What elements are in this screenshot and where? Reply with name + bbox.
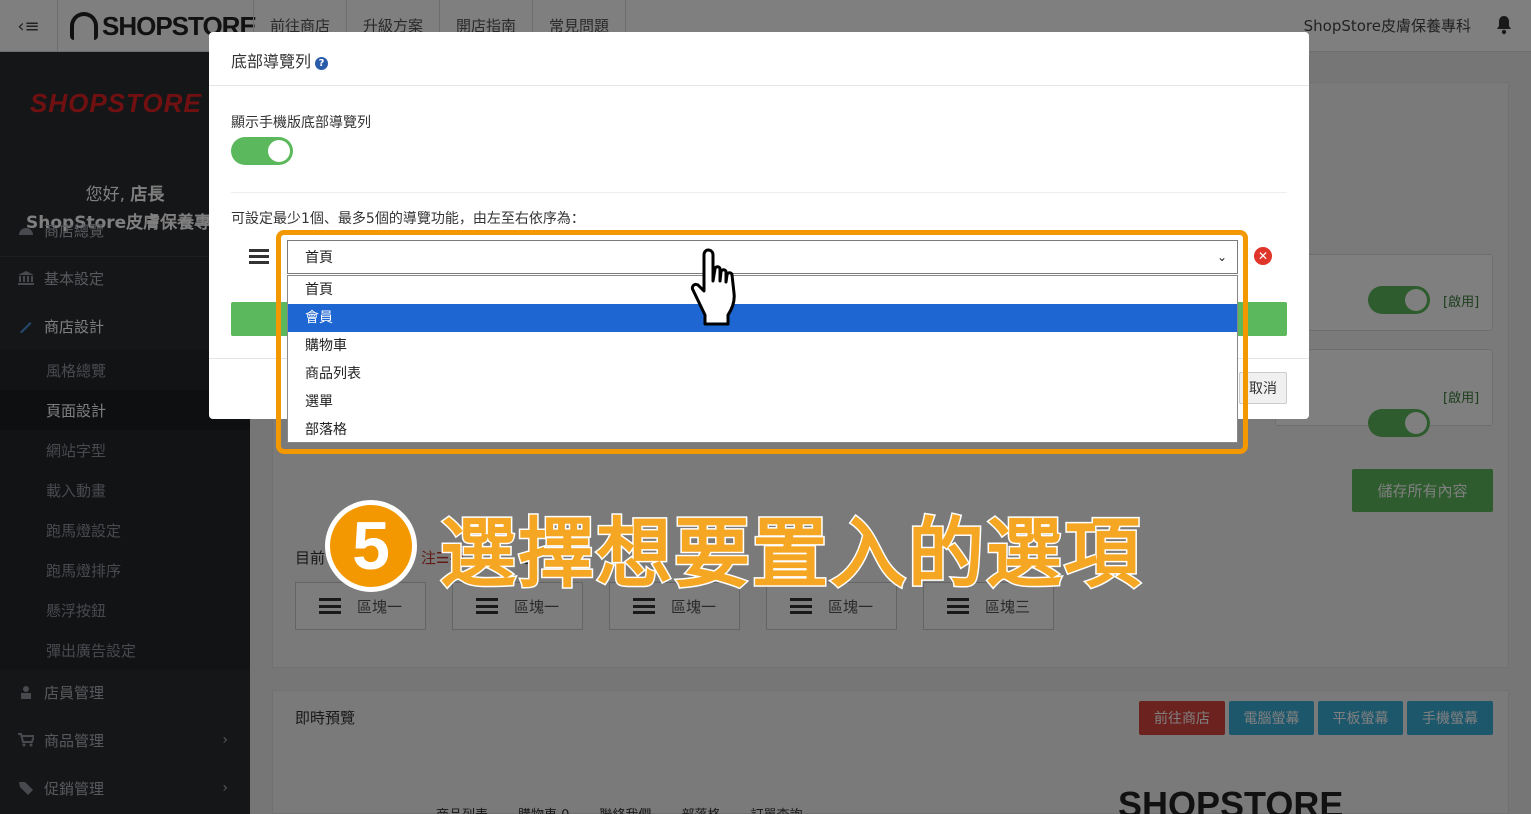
drag-handle-icon[interactable]: [249, 249, 269, 264]
hand-pointer-icon: [690, 248, 736, 326]
step-number: 5: [325, 500, 417, 592]
step-caption: 選擇想要置入的選項: [439, 508, 1142, 600]
highlight-box: [276, 230, 1248, 454]
remove-item-icon[interactable]: ✕: [1254, 247, 1272, 265]
help-icon[interactable]: ?: [315, 57, 329, 70]
divider: [231, 192, 1287, 193]
toggle-label: 顯示手機版底部導覽列: [231, 115, 371, 131]
modal-title: 底部導覽列: [231, 52, 312, 71]
modal-header: 底部導覽列?: [209, 32, 1309, 86]
instruction-text: 可設定最少1個、最多5個的導覽功能，由左至右依序為：: [231, 211, 585, 227]
mobile-bottom-nav-toggle[interactable]: [231, 137, 293, 165]
